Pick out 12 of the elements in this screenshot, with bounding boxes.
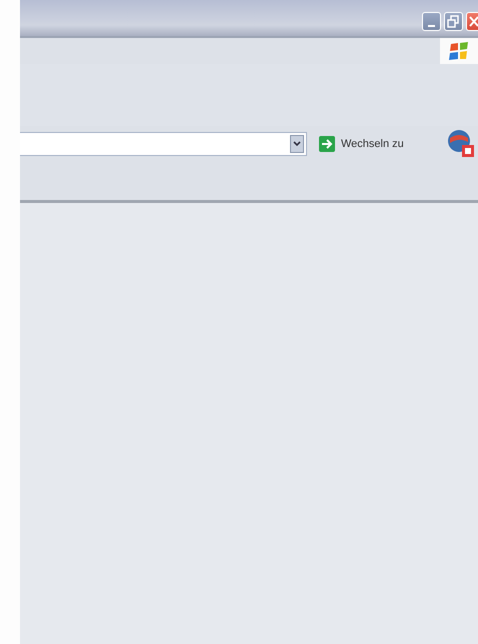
restore-icon	[445, 13, 462, 30]
address-field[interactable]	[20, 132, 307, 156]
minimize-button[interactable]	[422, 12, 441, 31]
go-button[interactable]: Wechseln zu	[315, 136, 408, 152]
arrow-right-icon	[319, 136, 335, 152]
globe-icon[interactable]	[446, 128, 476, 160]
dropdown-button[interactable]	[290, 135, 304, 153]
windows-logo-icon	[440, 38, 478, 64]
close-button[interactable]	[466, 12, 478, 31]
restore-button[interactable]	[444, 12, 463, 31]
minimize-icon	[428, 24, 435, 26]
chevron-down-icon	[293, 141, 301, 147]
